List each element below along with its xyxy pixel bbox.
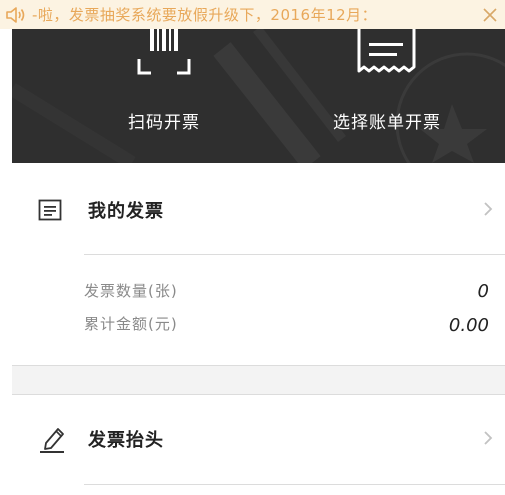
divider bbox=[84, 484, 505, 485]
my-invoices-title: 我的发票 bbox=[88, 201, 164, 222]
select-bill-invoice-button[interactable]: 选择账单开票 bbox=[287, 29, 487, 163]
invoice-count-label: 发票数量(张) bbox=[84, 282, 178, 300]
scan-invoice-button[interactable]: 扫码开票 bbox=[64, 29, 264, 163]
invoice-list-icon bbox=[38, 199, 62, 221]
total-amount-value: 0.00 bbox=[448, 315, 489, 336]
chevron-right-icon bbox=[483, 427, 493, 451]
close-icon[interactable] bbox=[475, 0, 505, 29]
invoice-header-row[interactable]: 发票抬头 bbox=[12, 411, 505, 467]
total-amount-label: 累计金额(元) bbox=[84, 315, 178, 333]
scan-invoice-label: 扫码开票 bbox=[128, 113, 200, 133]
invoice-header-title: 发票抬头 bbox=[88, 430, 164, 451]
notice-bar[interactable]: -啦，发票抽奖系统要放假升级下，2016年12月： bbox=[0, 0, 505, 29]
chevron-right-icon bbox=[483, 198, 493, 222]
invoice-count-value: 0 bbox=[477, 281, 489, 302]
section-gap bbox=[12, 366, 505, 394]
invoice-actions-panel: 扫码开票 选择账单开票 bbox=[12, 29, 505, 163]
select-bill-invoice-label: 选择账单开票 bbox=[333, 113, 441, 133]
barcode-scan-icon bbox=[124, 29, 204, 83]
notice-text: -啦，发票抽奖系统要放假升级下，2016年12月： bbox=[32, 6, 378, 24]
divider bbox=[84, 254, 505, 255]
receipt-icon bbox=[347, 29, 427, 83]
speaker-icon bbox=[0, 6, 32, 24]
my-invoices-row[interactable]: 我的发票 bbox=[12, 182, 505, 238]
divider bbox=[12, 394, 505, 395]
pencil-icon bbox=[38, 425, 68, 453]
